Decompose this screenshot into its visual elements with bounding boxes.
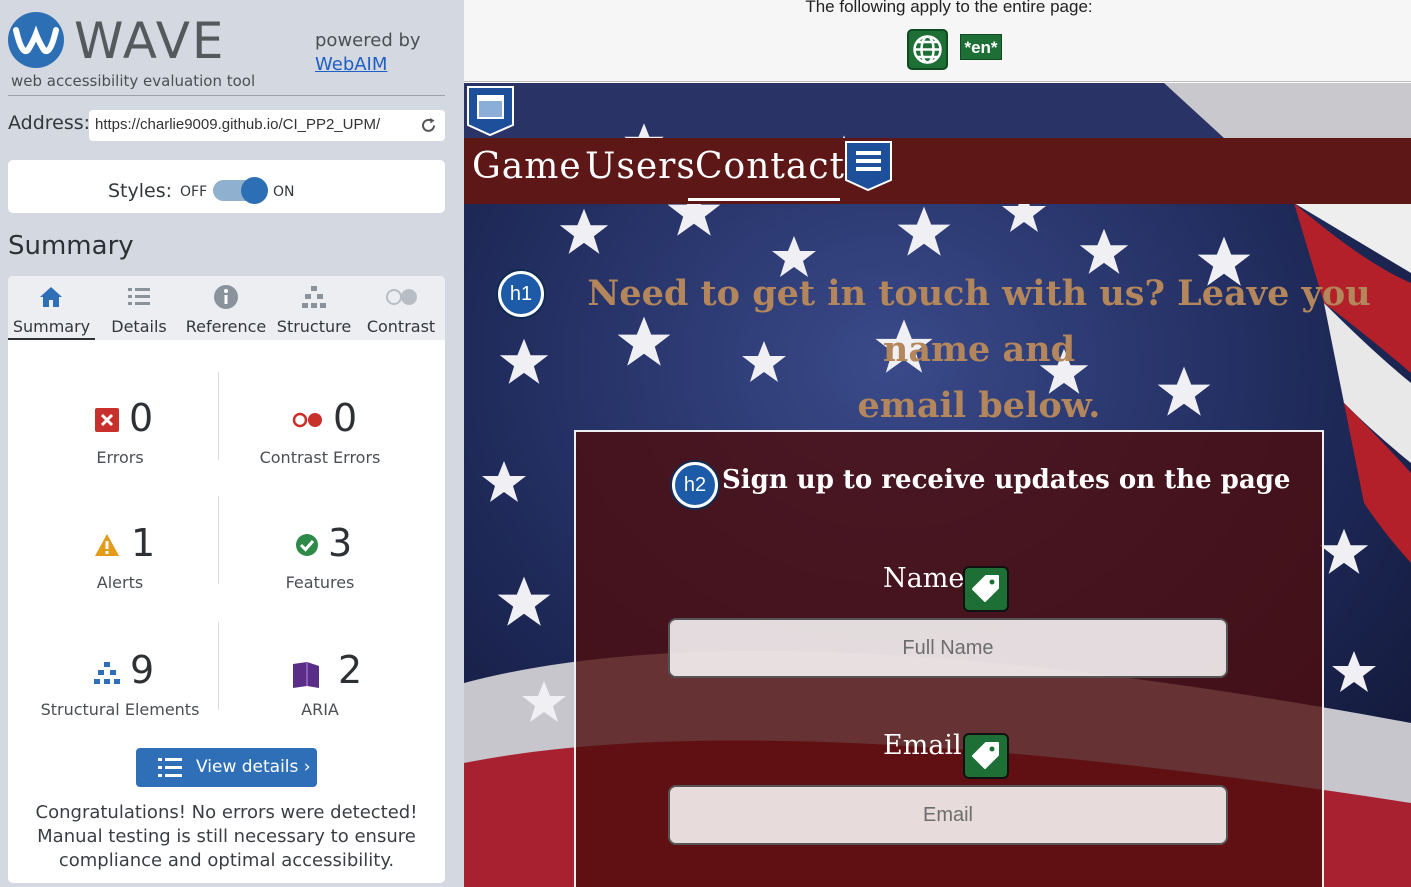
structural-label: Structural Elements (40, 700, 200, 719)
email-input[interactable]: Email (668, 785, 1228, 845)
wave-subtitle: web accessibility evaluation tool (11, 72, 256, 90)
wave-header: WAVE web accessibility evaluation tool p… (8, 10, 445, 96)
home-icon (40, 287, 62, 307)
styles-toggle-box: Styles: OFF ON (8, 160, 445, 213)
structural-count: 9 (130, 648, 155, 692)
alert-icon (95, 534, 119, 556)
page-preview: The following apply to the entire page: … (464, 0, 1411, 887)
list-icon (158, 758, 182, 777)
styles-on-label: ON (273, 184, 295, 200)
powered-by: powered by WebAIM (315, 29, 421, 77)
header-region-icon[interactable] (466, 85, 515, 137)
contrast-errors-label: Contrast Errors (259, 448, 381, 467)
features-count: 3 (328, 521, 353, 565)
name-label: Name (883, 563, 965, 594)
language-badge[interactable]: *en* (960, 34, 1002, 60)
errors-label: Errors (96, 448, 144, 467)
navigation-region-icon[interactable] (844, 140, 893, 192)
page-heading-line2: email below. (857, 385, 1101, 426)
h2-badge[interactable]: h2 (672, 462, 718, 508)
aria-label: ARIA (301, 700, 339, 719)
nav-link-contact[interactable]: Contact (695, 146, 845, 187)
aria-count: 2 (338, 648, 363, 692)
powered-by-text: powered by (315, 30, 421, 51)
styles-toggle-knob[interactable] (241, 177, 268, 204)
tab-reference-label: Reference (185, 317, 267, 336)
aria-icon (293, 662, 319, 688)
feature-icon (296, 534, 318, 556)
active-nav-underline (688, 198, 840, 201)
page-heading-line1: Need to get in touch with us? Leave you … (587, 273, 1371, 370)
summary-heading: Summary (8, 231, 134, 261)
tab-summary-label: Summary (12, 317, 91, 336)
tab-details[interactable]: Details (98, 276, 180, 340)
tab-contrast[interactable]: Contrast (360, 276, 442, 340)
reload-icon[interactable] (420, 117, 437, 134)
divider (218, 372, 219, 460)
page-heading: Need to get in touch with us? Leave you … (544, 266, 1411, 434)
contrast-error-icon (292, 412, 322, 428)
view-details-button[interactable]: View details › (136, 748, 317, 787)
tab-summary[interactable]: Summary (8, 276, 95, 340)
nav-link-users[interactable]: Users (585, 146, 696, 187)
label-tag-icon[interactable] (963, 566, 1009, 612)
address-bar: Address: https://charlie9009.github.io/C… (8, 110, 445, 142)
features-label: Features (285, 573, 355, 592)
contrast-errors-count: 0 (333, 396, 358, 440)
alerts-count: 1 (131, 521, 156, 565)
view-details-label: View details › (196, 757, 311, 777)
wave-logo-text: WAVE (74, 12, 226, 70)
errors-count: 0 (129, 396, 154, 440)
h1-badge[interactable]: h1 (498, 271, 544, 317)
congratulations-message: Congratulations! No errors were detected… (35, 802, 418, 871)
full-name-input[interactable]: Full Name (668, 618, 1228, 678)
nav-link-game[interactable]: Game (472, 146, 582, 187)
alerts-label: Alerts (96, 573, 144, 592)
label-tag-icon[interactable] (963, 733, 1009, 779)
error-icon (95, 408, 119, 432)
address-label: Address: (8, 112, 91, 134)
tab-bar: Summary Details Reference Structure Cont… (8, 276, 445, 340)
globe-icon[interactable] (907, 29, 948, 70)
tab-structure[interactable]: Structure (273, 276, 355, 340)
tab-details-label: Details (111, 317, 167, 336)
tab-contrast-label: Contrast (366, 317, 436, 336)
signup-heading: Sign up to receive updates on the page (722, 465, 1291, 495)
divider (218, 622, 219, 710)
structure-icon (302, 286, 326, 308)
email-label: Email (883, 730, 962, 761)
styles-label: Styles: (108, 180, 173, 202)
info-icon (214, 285, 238, 309)
summary-panel: Summary Details Reference Structure Cont… (8, 276, 445, 883)
address-value: https://charlie9009.github.io/CI_PP2_UPM… (95, 116, 381, 133)
wave-logo-icon (8, 12, 64, 68)
styles-off-label: OFF (180, 184, 208, 200)
contrast-icon (386, 289, 417, 305)
list-icon (128, 288, 150, 305)
structural-icon (94, 662, 120, 684)
webaim-link[interactable]: WebAIM (315, 54, 387, 75)
address-input[interactable]: https://charlie9009.github.io/CI_PP2_UPM… (89, 110, 445, 141)
tab-reference[interactable]: Reference (184, 276, 268, 340)
tab-structure-label: Structure (276, 317, 352, 336)
page-level-icons: The following apply to the entire page: … (464, 0, 1411, 82)
page-level-note: The following apply to the entire page: (805, 0, 1093, 16)
divider (218, 496, 219, 584)
wave-sidebar: WAVE web accessibility evaluation tool p… (0, 0, 464, 887)
